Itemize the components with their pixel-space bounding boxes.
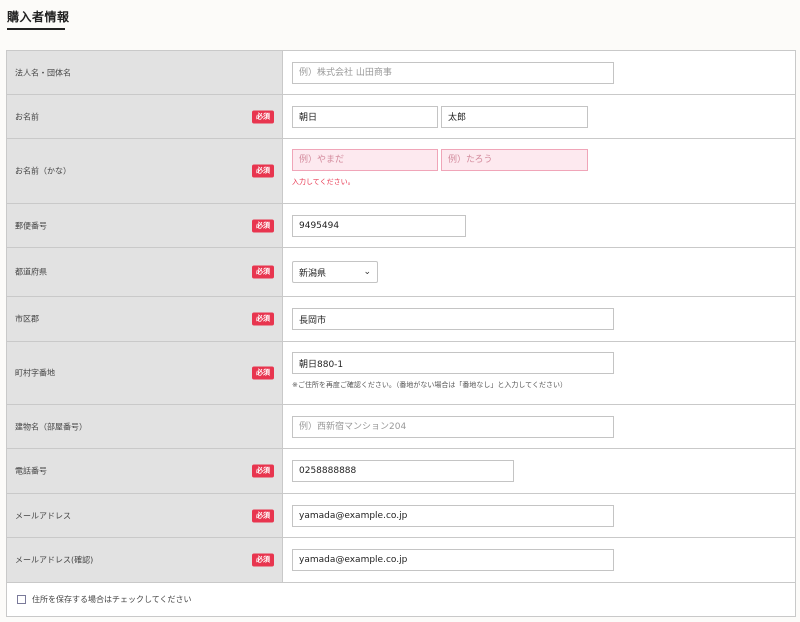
label-name: お名前 bbox=[15, 112, 39, 121]
email-confirm-input[interactable] bbox=[292, 549, 614, 571]
label-city: 市区郡 bbox=[15, 314, 39, 324]
label-cell-company: 法人名・団体名 bbox=[7, 51, 283, 94]
purchaser-form-table: 法人名・団体名 お名前 必須 お名前（かな） 必須 入力し bbox=[6, 50, 796, 583]
first-name-input[interactable] bbox=[441, 105, 588, 128]
row-email: メールアドレス 必須 bbox=[7, 494, 795, 538]
chevron-down-icon: ⌄ bbox=[363, 267, 371, 277]
email-input[interactable] bbox=[292, 504, 614, 527]
required-badge: 必須 bbox=[252, 265, 274, 279]
required-badge: 必須 bbox=[252, 164, 274, 178]
required-badge: 必須 bbox=[252, 366, 274, 380]
required-badge: 必須 bbox=[252, 219, 274, 232]
last-name-kana-input[interactable] bbox=[292, 149, 438, 171]
label-postal: 郵便番号 bbox=[15, 221, 47, 230]
row-postal: 郵便番号 必須 bbox=[7, 204, 795, 248]
city-input[interactable] bbox=[292, 308, 614, 330]
value-cell-phone bbox=[283, 449, 795, 493]
prefecture-select[interactable]: 新潟県 ⌄ bbox=[292, 261, 378, 283]
label-cell-city: 市区郡 必須 bbox=[7, 297, 283, 341]
label-cell-building: 建物名（部屋番号） bbox=[7, 405, 283, 448]
address-note: ※ご住所を再度ご確認ください。（番地がない場合は「番地なし」と入力してください） bbox=[292, 381, 567, 389]
required-badge: 必須 bbox=[252, 464, 274, 478]
label-building: 建物名（部屋番号） bbox=[15, 422, 87, 431]
value-cell-building bbox=[283, 405, 795, 448]
required-badge: 必須 bbox=[252, 509, 274, 522]
row-kana: お名前（かな） 必須 入力してください。 bbox=[7, 139, 795, 204]
address-input[interactable] bbox=[292, 352, 614, 374]
save-address-checkbox[interactable] bbox=[17, 595, 26, 604]
required-badge: 必須 bbox=[252, 553, 274, 567]
row-building: 建物名（部屋番号） bbox=[7, 405, 795, 449]
row-company: 法人名・団体名 bbox=[7, 51, 795, 95]
value-cell-prefecture: 新潟県 ⌄ bbox=[283, 248, 795, 296]
prefecture-selected: 新潟県 bbox=[299, 268, 327, 279]
row-prefecture: 都道府県 必須 新潟県 ⌄ bbox=[7, 248, 795, 297]
kana-pair bbox=[292, 149, 795, 171]
required-badge: 必須 bbox=[252, 312, 274, 326]
label-prefecture: 都道府県 bbox=[15, 267, 47, 277]
row-city: 市区郡 必須 bbox=[7, 297, 795, 342]
company-input[interactable] bbox=[292, 61, 614, 84]
save-address-label[interactable]: 住所を保存する場合はチェックしてください bbox=[32, 594, 192, 605]
value-cell-postal bbox=[283, 204, 795, 247]
value-cell-kana: 入力してください。 bbox=[283, 139, 795, 203]
label-email: メールアドレス bbox=[15, 511, 71, 520]
value-cell-company bbox=[283, 51, 795, 94]
required-badge: 必須 bbox=[252, 110, 274, 123]
label-phone: 電話番号 bbox=[15, 466, 47, 476]
row-name: お名前 必須 bbox=[7, 95, 795, 139]
kana-error-message: 入力してください。 bbox=[292, 178, 355, 186]
label-kana: お名前（かな） bbox=[15, 166, 71, 176]
last-name-input[interactable] bbox=[292, 105, 438, 128]
building-input[interactable] bbox=[292, 415, 614, 438]
save-address-row: 住所を保存する場合はチェックしてください bbox=[6, 583, 796, 617]
label-cell-postal: 郵便番号 必須 bbox=[7, 204, 283, 247]
first-name-kana-input[interactable] bbox=[441, 149, 588, 171]
phone-input[interactable] bbox=[292, 460, 514, 482]
label-cell-email-confirm: メールアドレス(確認) 必須 bbox=[7, 538, 283, 582]
value-cell-email-confirm bbox=[283, 538, 795, 582]
value-cell-address: ※ご住所を再度ご確認ください。（番地がない場合は「番地なし」と入力してください） bbox=[283, 342, 795, 404]
row-address: 町村字番地 必須 ※ご住所を再度ご確認ください。（番地がない場合は「番地なし」と… bbox=[7, 342, 795, 405]
value-cell-email bbox=[283, 494, 795, 537]
value-cell-city bbox=[283, 297, 795, 341]
label-cell-kana: お名前（かな） 必須 bbox=[7, 139, 283, 203]
postal-code-input[interactable] bbox=[292, 214, 466, 237]
title-underline bbox=[7, 28, 65, 30]
section-title: 購入者情報 bbox=[7, 10, 70, 24]
label-email-confirm: メールアドレス(確認) bbox=[15, 555, 94, 565]
row-phone: 電話番号 必須 bbox=[7, 449, 795, 494]
label-cell-prefecture: 都道府県 必須 bbox=[7, 248, 283, 296]
value-cell-name bbox=[283, 95, 795, 138]
label-address: 町村字番地 bbox=[15, 368, 55, 378]
label-cell-phone: 電話番号 必須 bbox=[7, 449, 283, 493]
row-email-confirm: メールアドレス(確認) 必須 bbox=[7, 538, 795, 582]
label-cell-name: お名前 必須 bbox=[7, 95, 283, 138]
name-pair bbox=[292, 105, 795, 128]
label-cell-email: メールアドレス 必須 bbox=[7, 494, 283, 537]
label-cell-address: 町村字番地 必須 bbox=[7, 342, 283, 404]
label-company: 法人名・団体名 bbox=[15, 68, 71, 77]
